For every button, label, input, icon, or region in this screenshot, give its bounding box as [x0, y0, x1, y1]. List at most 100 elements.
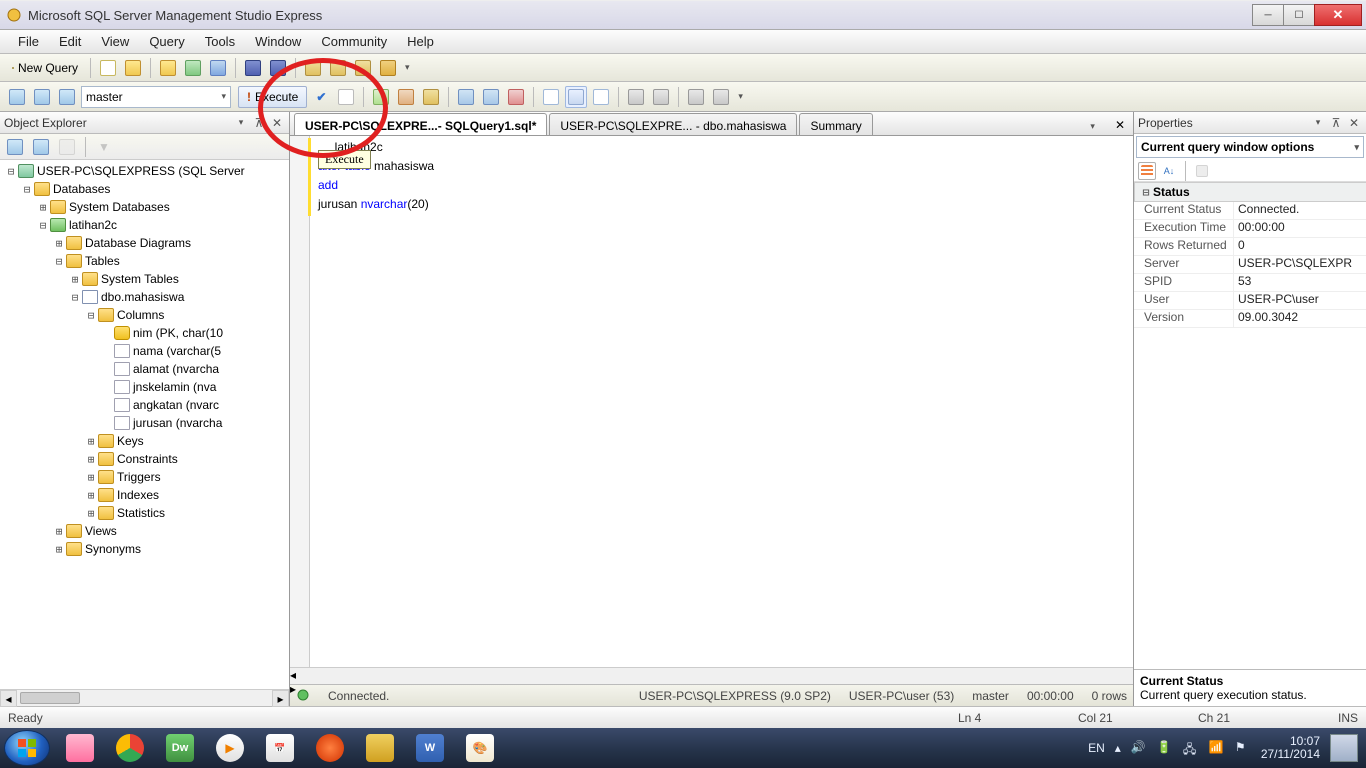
- close-button[interactable]: ✕: [1314, 4, 1362, 26]
- tb-template-icon[interactable]: [327, 57, 349, 79]
- database-selector[interactable]: master ▾: [81, 86, 231, 108]
- tb-uncomment-icon[interactable]: [650, 86, 672, 108]
- taskbar-calendar[interactable]: 📅: [256, 730, 304, 766]
- expand-toggle[interactable]: ⊟: [36, 219, 50, 232]
- scroll-thumb[interactable]: [20, 692, 80, 704]
- tree-item[interactable]: angkatan (nvarc: [4, 396, 289, 414]
- tree-item[interactable]: ⊞Synonyms: [4, 540, 289, 558]
- menu-tools[interactable]: Tools: [195, 31, 245, 52]
- collapse-toggle[interactable]: ⊟: [1139, 186, 1153, 199]
- cancel-query-icon[interactable]: [335, 86, 357, 108]
- menu-file[interactable]: File: [8, 31, 49, 52]
- tree-item[interactable]: ⊞Database Diagrams: [4, 234, 289, 252]
- tree-item[interactable]: ⊞System Databases: [4, 198, 289, 216]
- tb-design-icon[interactable]: [420, 86, 442, 108]
- taskbar-daemon[interactable]: [306, 730, 354, 766]
- tree-item[interactable]: nama (varchar(5: [4, 342, 289, 360]
- tb-outdent-icon[interactable]: [710, 86, 732, 108]
- tb-include-plan-icon[interactable]: [455, 86, 477, 108]
- explorer-filter-icon[interactable]: ▼: [93, 136, 115, 158]
- taskbar-explorer[interactable]: [56, 730, 104, 766]
- property-row[interactable]: Execution Time00:00:00: [1134, 220, 1366, 238]
- taskbar-mediaplayer[interactable]: ▶: [206, 730, 254, 766]
- toolbar-overflow-icon[interactable]: ▾: [402, 62, 413, 73]
- expand-toggle[interactable]: ⊟: [84, 309, 98, 322]
- editor-hscrollbar[interactable]: ◂ ▸: [290, 667, 1133, 684]
- tb-properties-icon[interactable]: [352, 57, 374, 79]
- scroll-left-icon[interactable]: ◂: [290, 668, 1133, 682]
- tb-sqlcmd-icon[interactable]: [505, 86, 527, 108]
- tb-results-text-icon[interactable]: [540, 86, 562, 108]
- minimize-button[interactable]: ─: [1252, 4, 1284, 26]
- sort-categorized-icon[interactable]: [1138, 162, 1156, 180]
- tab-active-query[interactable]: USER-PC\SQLEXPRE...- SQLQuery1.sql*: [294, 113, 547, 135]
- property-pages-icon[interactable]: [1193, 162, 1211, 180]
- tb-open-icon[interactable]: [122, 57, 144, 79]
- tb-estimated-plan-icon[interactable]: [370, 86, 392, 108]
- expand-toggle[interactable]: ⊞: [68, 273, 82, 286]
- expand-toggle[interactable]: ⊞: [84, 507, 98, 520]
- tree-item[interactable]: alamat (nvarcha: [4, 360, 289, 378]
- menu-help[interactable]: Help: [397, 31, 444, 52]
- tree-item[interactable]: ⊟Tables: [4, 252, 289, 270]
- tb-analyze-icon[interactable]: [395, 86, 417, 108]
- tree-item[interactable]: ⊟Databases: [4, 180, 289, 198]
- tb-connect-icon[interactable]: [6, 86, 28, 108]
- expand-toggle[interactable]: ⊞: [52, 237, 66, 250]
- wifi-icon[interactable]: 📶: [1209, 740, 1225, 756]
- menu-query[interactable]: Query: [139, 31, 194, 52]
- property-row[interactable]: Version09.00.3042: [1134, 310, 1366, 328]
- property-row[interactable]: Current StatusConnected.: [1134, 202, 1366, 220]
- panel-pin-icon[interactable]: ⊼: [251, 115, 267, 131]
- property-row[interactable]: UserUSER-PC\user: [1134, 292, 1366, 310]
- sql-text[interactable]: latihan2c alter table mahasiswa add juru…: [318, 136, 1133, 214]
- expand-toggle[interactable]: ⊟: [52, 255, 66, 268]
- explorer-disconnect-icon[interactable]: [30, 136, 52, 158]
- lang-indicator[interactable]: EN: [1088, 741, 1105, 755]
- tab-table[interactable]: USER-PC\SQLEXPRE... - dbo.mahasiswa: [549, 113, 797, 135]
- property-row[interactable]: ServerUSER-PC\SQLEXPR: [1134, 256, 1366, 274]
- tab-summary[interactable]: Summary: [799, 113, 872, 135]
- expand-toggle[interactable]: ⊟: [20, 183, 34, 196]
- tb-registered-servers-icon[interactable]: [182, 57, 204, 79]
- expand-toggle[interactable]: ⊞: [36, 201, 50, 214]
- expand-toggle[interactable]: ⊞: [84, 489, 98, 502]
- tree-item[interactable]: ⊞Indexes: [4, 486, 289, 504]
- expand-toggle[interactable]: ⊟: [68, 291, 82, 304]
- properties-object-selector[interactable]: Current query window options ▾: [1136, 136, 1364, 158]
- tree-item[interactable]: ⊞Triggers: [4, 468, 289, 486]
- taskbar-clock[interactable]: 10:07 27/11/2014: [1261, 735, 1320, 761]
- property-row[interactable]: Rows Returned0: [1134, 238, 1366, 256]
- new-query-button[interactable]: New Query: [6, 59, 84, 77]
- menu-window[interactable]: Window: [245, 31, 311, 52]
- panel-pin-icon[interactable]: ⊼: [1328, 115, 1344, 131]
- tb-open-project-icon[interactable]: [157, 57, 179, 79]
- explorer-stop-icon[interactable]: [56, 136, 78, 158]
- panel-menu-icon[interactable]: ▾: [233, 115, 249, 131]
- tb-save-icon[interactable]: [242, 57, 264, 79]
- tree-item[interactable]: ⊞Statistics: [4, 504, 289, 522]
- tabs-menu-icon[interactable]: ▾: [1084, 118, 1101, 135]
- maximize-button[interactable]: ☐: [1283, 4, 1315, 26]
- tree-item[interactable]: nim (PK, char(10: [4, 324, 289, 342]
- parse-icon[interactable]: ✔: [310, 86, 332, 108]
- tb-new-icon[interactable]: [97, 57, 119, 79]
- execute-button[interactable]: ! Execute: [238, 86, 307, 108]
- panel-menu-icon[interactable]: ▾: [1310, 115, 1326, 131]
- tb-results-grid-icon[interactable]: [565, 86, 587, 108]
- expand-toggle[interactable]: ⊟: [4, 165, 18, 178]
- tb-indent-icon[interactable]: [685, 86, 707, 108]
- tree-item[interactable]: ⊞System Tables: [4, 270, 289, 288]
- scroll-left-icon[interactable]: ◂: [0, 690, 17, 707]
- tree-item[interactable]: jnskelamin (nva: [4, 378, 289, 396]
- expand-toggle[interactable]: ⊞: [52, 525, 66, 538]
- menu-community[interactable]: Community: [311, 31, 397, 52]
- tab-close-icon[interactable]: ✕: [1107, 115, 1133, 135]
- tb-object-explorer-icon[interactable]: [207, 57, 229, 79]
- tree-item[interactable]: ⊟Columns: [4, 306, 289, 324]
- sql-editor[interactable]: Execute latihan2c alter table mahasiswa …: [290, 136, 1133, 667]
- expand-toggle[interactable]: ⊞: [84, 435, 98, 448]
- volume-icon[interactable]: 🔊: [1131, 740, 1147, 756]
- tb-options-icon[interactable]: [377, 57, 399, 79]
- tree-root[interactable]: ⊟ USER-PC\SQLEXPRESS (SQL Server: [4, 162, 289, 180]
